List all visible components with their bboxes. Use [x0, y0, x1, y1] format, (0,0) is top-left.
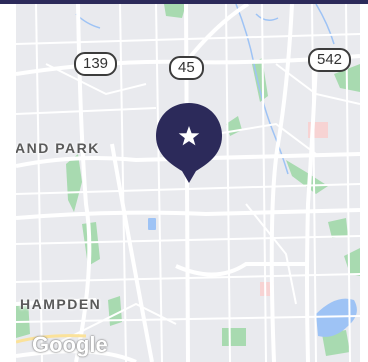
- place-label-hampden: HAMPDEN: [20, 296, 102, 312]
- map-marker[interactable]: [154, 101, 224, 185]
- route-shield-542: 542: [308, 48, 352, 72]
- google-logo: Google: [32, 332, 108, 357]
- map-view[interactable]: 139 45 542 AND PARK HAMPDEN Google: [16, 4, 360, 362]
- place-label-and-park: AND PARK: [16, 140, 100, 156]
- route-shield-45: 45: [169, 56, 204, 80]
- route-shield-139: 139: [74, 52, 118, 76]
